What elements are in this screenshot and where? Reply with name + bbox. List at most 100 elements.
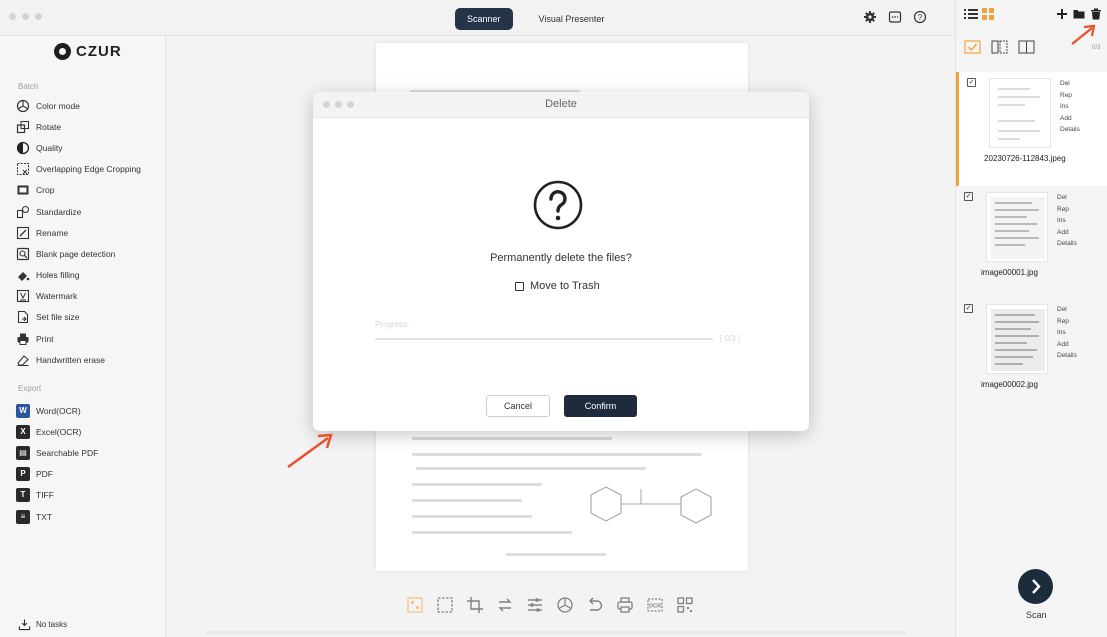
maximize-window-button[interactable] (35, 13, 42, 20)
progress-count: [ 0/3 ] (720, 334, 741, 343)
add-action[interactable]: Add (1057, 229, 1077, 238)
details-action[interactable]: Details (1060, 126, 1080, 135)
delete-action[interactable]: Del (1057, 194, 1077, 203)
thumbnail-image[interactable] (989, 78, 1051, 148)
delete-action[interactable]: Del (1057, 306, 1077, 315)
confirm-button[interactable]: Confirm (564, 395, 637, 417)
dialog-title: Delete (545, 98, 577, 110)
replace-action[interactable]: Rep (1057, 318, 1077, 327)
sidebar-item-label: Rotate (36, 121, 62, 132)
sidebar-item-label: Print (36, 333, 54, 344)
thumbnail-checkbox[interactable]: ✓ (967, 78, 976, 87)
sidebar-item-label: Standardize (36, 206, 82, 217)
watermark-icon (16, 290, 30, 303)
sidebar-item-watermark[interactable]: Watermark (16, 286, 141, 307)
insert-action[interactable]: Ins (1057, 217, 1077, 226)
sidebar-item-label: Quality (36, 142, 63, 153)
thumbnail-item[interactable]: ✓ Del Rep Ins Add Details 20230726-11284… (956, 72, 1107, 186)
scan-button[interactable] (1018, 569, 1053, 604)
sidebar-item-holes-filling[interactable]: Holes filling (16, 265, 141, 286)
thumbnail-item[interactable]: ✓ Del Rep Ins Add Details image00002.jpg (956, 298, 1107, 412)
add-icon[interactable] (1056, 8, 1068, 20)
export-section-title: Export (18, 384, 42, 393)
export-searchable-pdf[interactable]: ▤ Searchable PDF (16, 442, 98, 463)
task-status[interactable]: No tasks (18, 618, 67, 631)
task-status-label: No tasks (36, 620, 68, 629)
insert-action[interactable]: Ins (1057, 329, 1077, 338)
thumbnail-image[interactable] (986, 304, 1048, 374)
export-item-label: TIFF (36, 490, 54, 501)
help-icon[interactable]: ? (913, 10, 927, 24)
single-page-icon[interactable] (991, 40, 1008, 54)
close-window-button[interactable] (9, 13, 16, 20)
sidebar-item-color-mode[interactable]: Color mode (16, 95, 141, 116)
visual-presenter-mode-button[interactable]: Visual Presenter (527, 8, 617, 30)
export-excel-ocr[interactable]: X Excel(OCR) (16, 421, 98, 442)
scanner-mode-button[interactable]: Scanner (455, 8, 513, 30)
replace-action[interactable]: Rep (1060, 92, 1080, 101)
export-word-ocr[interactable]: W Word(OCR) (16, 400, 98, 421)
sidebar-item-label: Holes filling (36, 270, 80, 281)
sidebar-item-label: Handwritten erase (36, 354, 105, 365)
checkbox-box[interactable] (515, 281, 524, 291)
rename-icon (16, 226, 30, 239)
move-to-trash-checkbox[interactable]: Move to Trash (515, 280, 600, 292)
sidebar-item-label: Crop (36, 185, 55, 196)
thumbnail-item[interactable]: ✓ Del Rep Ins Add Details image00001.jpg (956, 186, 1107, 300)
blank-page-icon (16, 247, 30, 261)
add-action[interactable]: Add (1057, 341, 1077, 350)
cancel-button[interactable]: Cancel (486, 395, 550, 417)
export-item-label: Searchable PDF (36, 447, 99, 458)
details-action[interactable]: Details (1057, 240, 1077, 249)
export-txt[interactable]: ≡ TXT (16, 506, 98, 527)
thumbnail-image[interactable] (986, 192, 1048, 262)
sidebar-item-overlapping-edge-cropping[interactable]: Overlapping Edge Cropping (16, 159, 141, 180)
details-action[interactable]: Details (1057, 352, 1077, 361)
thumbnail-actions: Del Rep Ins Add Details (1057, 194, 1077, 249)
export-tiff[interactable]: T TIFF (16, 485, 98, 506)
checked-selection-icon[interactable] (964, 40, 981, 54)
sidebar-item-handwritten-erase[interactable]: Handwritten erase (16, 349, 141, 370)
sidebar-item-rename[interactable]: Rename (16, 222, 141, 243)
excel-icon: X (16, 424, 30, 439)
thumbnail-actions: Del Rep Ins Add Details (1057, 306, 1077, 361)
question-icon (533, 180, 583, 230)
add-action[interactable]: Add (1060, 115, 1080, 124)
thumbnail-panel: 0/3 ✓ Del Rep Ins Add Details 20230726-1… (955, 0, 1107, 637)
crop-icon (17, 185, 29, 195)
sidebar-item-crop[interactable]: Crop (16, 180, 141, 201)
double-page-icon[interactable] (1018, 40, 1035, 54)
list-view-icon[interactable] (964, 8, 978, 20)
settings-gear-icon[interactable] (863, 10, 877, 24)
sidebar-item-label: Set file size (36, 312, 80, 323)
insert-action[interactable]: Ins (1060, 103, 1080, 112)
folder-icon[interactable] (1073, 8, 1085, 20)
sidebar-item-standardize[interactable]: Standardize (16, 201, 141, 222)
annotation-arrow-icon (1071, 24, 1096, 45)
delete-dialog: Delete Permanently delete the files? Mov… (313, 92, 809, 431)
thumbnail-checkbox[interactable]: ✓ (964, 192, 973, 201)
sidebar-item-rotate[interactable]: Rotate (16, 116, 141, 137)
minimize-window-button[interactable] (22, 13, 29, 20)
preview-window-icon[interactable] (888, 10, 902, 24)
annotation-arrow-icon (287, 433, 333, 469)
sidebar-item-label: Blank page detection (36, 248, 116, 259)
thumbnail-actions: Del Rep Ins Add Details (1060, 80, 1080, 135)
logo-text: CZUR (76, 43, 122, 60)
batch-section-title: Batch (18, 82, 39, 91)
replace-action[interactable]: Rep (1057, 206, 1077, 215)
czur-logo: CZUR (54, 43, 122, 60)
sidebar-item-print[interactable]: Print (16, 328, 141, 349)
sidebar-item-set-file-size[interactable]: Set file size (16, 307, 141, 328)
export-pdf[interactable]: P PDF (16, 464, 98, 485)
thumbnail-checkbox[interactable]: ✓ (964, 304, 973, 313)
dialog-message: Permanently delete the files? (490, 252, 632, 264)
czur-logo-mark-icon (54, 43, 71, 60)
delete-action[interactable]: Del (1060, 80, 1080, 89)
sidebar-item-quality[interactable]: Quality (16, 137, 141, 158)
sidebar-item-label: Watermark (36, 291, 78, 302)
eraser-icon (17, 355, 29, 366)
grid-view-icon[interactable] (982, 8, 994, 20)
trash-icon[interactable] (1090, 8, 1102, 20)
sidebar-item-blank-page-detection[interactable]: Blank page detection (16, 243, 141, 264)
